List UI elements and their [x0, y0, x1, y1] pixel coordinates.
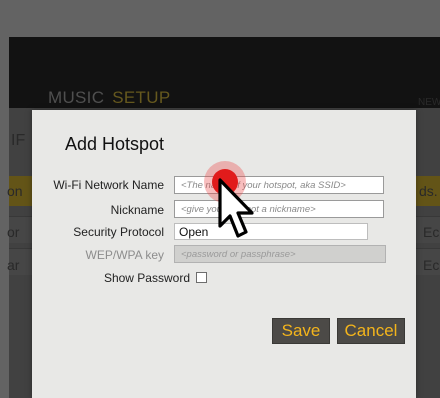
- security-protocol-label: Security Protocol: [73, 225, 164, 239]
- wep-key-input[interactable]: <password or passphrase>: [174, 245, 386, 263]
- security-protocol-select[interactable]: Open: [174, 223, 368, 240]
- show-password-checkbox[interactable]: [196, 272, 207, 283]
- ssid-label: Wi-Fi Network Name: [53, 178, 164, 192]
- wep-key-label: WEP/WPA key: [85, 248, 164, 262]
- dialog-title: Add Hotspot: [65, 134, 165, 154]
- show-password-label: Show Password: [103, 271, 190, 285]
- save-button[interactable]: Save: [272, 318, 330, 344]
- mouse-pointer-icon: [218, 178, 254, 238]
- nickname-label: Nickname: [110, 203, 164, 217]
- add-hotspot-dialog: Add Hotspot Wi-Fi Network Name <The name…: [32, 110, 416, 398]
- cancel-button[interactable]: Cancel: [337, 318, 405, 344]
- nickname-input[interactable]: <give your hotspot a nickname>: [174, 200, 384, 218]
